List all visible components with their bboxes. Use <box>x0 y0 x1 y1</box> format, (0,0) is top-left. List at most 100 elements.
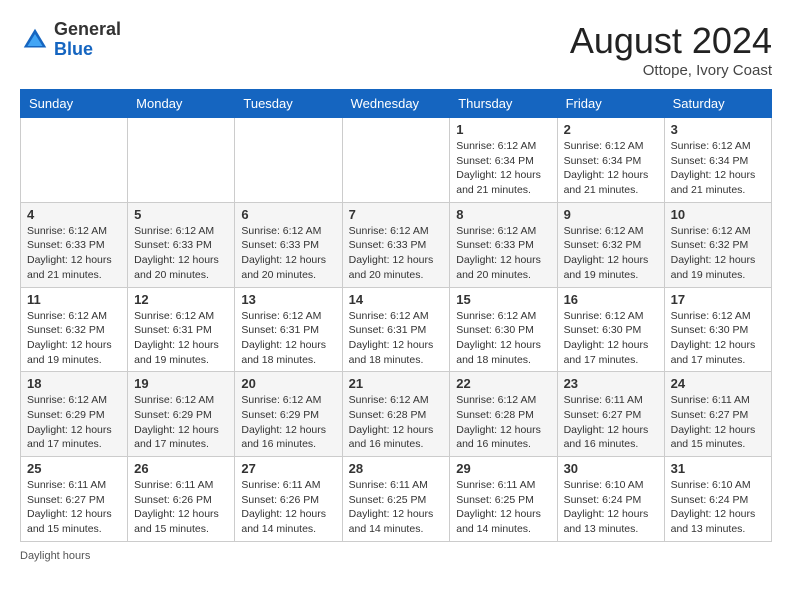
day-number: 12 <box>134 292 228 307</box>
day-info: Sunrise: 6:12 AM Sunset: 6:29 PM Dayligh… <box>241 393 335 452</box>
day-info: Sunrise: 6:12 AM Sunset: 6:30 PM Dayligh… <box>671 309 765 368</box>
day-info: Sunrise: 6:12 AM Sunset: 6:34 PM Dayligh… <box>456 139 550 198</box>
day-info: Sunrise: 6:12 AM Sunset: 6:31 PM Dayligh… <box>349 309 444 368</box>
daylight-label: Daylight hours <box>20 550 90 562</box>
calendar-cell: 19 Sunrise: 6:12 AM Sunset: 6:29 PM Dayli… <box>128 372 235 457</box>
day-number: 11 <box>27 292 121 307</box>
day-number: 16 <box>564 292 658 307</box>
day-info: Sunrise: 6:12 AM Sunset: 6:33 PM Dayligh… <box>349 224 444 283</box>
calendar-cell: 23Sunrise: 6:11 AM Sunset: 6:27 PM Dayli… <box>557 372 664 457</box>
day-info: Sunrise: 6:11 AM Sunset: 6:26 PM Dayligh… <box>134 478 228 537</box>
calendar-cell <box>21 118 128 203</box>
calendar-cell: 7 Sunrise: 6:12 AM Sunset: 6:33 PM Daylig… <box>342 202 450 287</box>
footer: Daylight hours <box>20 550 772 562</box>
day-number: 21 <box>349 376 444 391</box>
calendar-cell: 13Sunrise: 6:12 AM Sunset: 6:31 PM Dayli… <box>235 287 342 372</box>
day-info: Sunrise: 6:10 AM Sunset: 6:24 PM Dayligh… <box>564 478 658 537</box>
calendar-cell: 15 Sunrise: 6:12 AM Sunset: 6:30 PM Dayli… <box>450 287 557 372</box>
day-info: Sunrise: 6:10 AM Sunset: 6:24 PM Dayligh… <box>671 478 765 537</box>
day-number: 10 <box>671 207 765 222</box>
calendar-cell <box>342 118 450 203</box>
calendar-cell: 30 Sunrise: 6:10 AM Sunset: 6:24 PM Dayli… <box>557 457 664 542</box>
calendar-cell: 2 Sunrise: 6:12 AM Sunset: 6:34 PM Daylig… <box>557 118 664 203</box>
day-number: 30 <box>564 461 658 476</box>
day-number: 23 <box>564 376 658 391</box>
day-number: 8 <box>456 207 550 222</box>
day-number: 17 <box>671 292 765 307</box>
day-number: 18 <box>27 376 121 391</box>
calendar-week-row: 18 Sunrise: 6:12 AM Sunset: 6:29 PM Dayli… <box>21 372 772 457</box>
calendar-cell: 27 Sunrise: 6:11 AM Sunset: 6:26 PM Dayli… <box>235 457 342 542</box>
day-number: 5 <box>134 207 228 222</box>
calendar-day-header: Sunday <box>21 90 128 118</box>
day-number: 13 <box>241 292 335 307</box>
day-info: Sunrise: 6:11 AM Sunset: 6:25 PM Dayligh… <box>349 478 444 537</box>
calendar-cell: 28 Sunrise: 6:11 AM Sunset: 6:25 PM Dayli… <box>342 457 450 542</box>
title-block: August 2024 Ottope, Ivory Coast <box>570 20 772 79</box>
day-info: Sunrise: 6:12 AM Sunset: 6:33 PM Dayligh… <box>241 224 335 283</box>
day-info: Sunrise: 6:12 AM Sunset: 6:33 PM Dayligh… <box>456 224 550 283</box>
day-info: Sunrise: 6:12 AM Sunset: 6:33 PM Dayligh… <box>134 224 228 283</box>
day-number: 6 <box>241 207 335 222</box>
calendar-week-row: 11 Sunrise: 6:12 AM Sunset: 6:32 PM Dayli… <box>21 287 772 372</box>
day-info: Sunrise: 6:12 AM Sunset: 6:30 PM Dayligh… <box>456 309 550 368</box>
calendar-cell: 18Sunrise: 6:12 AM Sunset: 6:29 PM Dayli… <box>21 372 128 457</box>
day-info: Sunrise: 6:12 AM Sunset: 6:34 PM Dayligh… <box>671 139 765 198</box>
page-header: General Blue August 2024 Ottope, Ivory C… <box>20 20 772 79</box>
calendar-week-row: 4Sunrise: 6:12 AM Sunset: 6:33 PM Daylig… <box>21 202 772 287</box>
day-number: 28 <box>349 461 444 476</box>
calendar-cell: 3 Sunrise: 6:12 AM Sunset: 6:34 PM Daylig… <box>664 118 771 203</box>
calendar-cell: 21 Sunrise: 6:12 AM Sunset: 6:28 PM Dayli… <box>342 372 450 457</box>
day-number: 19 <box>134 376 228 391</box>
day-number: 25 <box>27 461 121 476</box>
logo-text: General Blue <box>54 20 121 60</box>
calendar-day-header: Thursday <box>450 90 557 118</box>
calendar-cell: 17 Sunrise: 6:12 AM Sunset: 6:30 PM Dayli… <box>664 287 771 372</box>
calendar-cell: 31 Sunrise: 6:10 AM Sunset: 6:24 PM Dayli… <box>664 457 771 542</box>
calendar-cell: 24 Sunrise: 6:11 AM Sunset: 6:27 PM Dayli… <box>664 372 771 457</box>
day-info: Sunrise: 6:12 AM Sunset: 6:28 PM Dayligh… <box>349 393 444 452</box>
day-number: 27 <box>241 461 335 476</box>
day-info: Sunrise: 6:12 AM Sunset: 6:34 PM Dayligh… <box>564 139 658 198</box>
calendar-cell: 5 Sunrise: 6:12 AM Sunset: 6:33 PM Daylig… <box>128 202 235 287</box>
logo-icon <box>20 25 50 55</box>
day-number: 1 <box>456 122 550 137</box>
calendar-cell: 6 Sunrise: 6:12 AM Sunset: 6:33 PM Daylig… <box>235 202 342 287</box>
calendar-cell: 20 Sunrise: 6:12 AM Sunset: 6:29 PM Dayli… <box>235 372 342 457</box>
day-number: 3 <box>671 122 765 137</box>
day-info: Sunrise: 6:11 AM Sunset: 6:25 PM Dayligh… <box>456 478 550 537</box>
day-number: 31 <box>671 461 765 476</box>
calendar-cell: 25Sunrise: 6:11 AM Sunset: 6:27 PM Dayli… <box>21 457 128 542</box>
calendar-cell: 11 Sunrise: 6:12 AM Sunset: 6:32 PM Dayli… <box>21 287 128 372</box>
day-number: 14 <box>349 292 444 307</box>
day-number: 2 <box>564 122 658 137</box>
calendar-cell <box>235 118 342 203</box>
day-info: Sunrise: 6:12 AM Sunset: 6:32 PM Dayligh… <box>27 309 121 368</box>
day-info: Sunrise: 6:12 AM Sunset: 6:30 PM Dayligh… <box>564 309 658 368</box>
day-info: Sunrise: 6:11 AM Sunset: 6:27 PM Dayligh… <box>671 393 765 452</box>
day-info: Sunrise: 6:11 AM Sunset: 6:26 PM Dayligh… <box>241 478 335 537</box>
calendar-table: SundayMondayTuesdayWednesdayThursdayFrid… <box>20 89 772 542</box>
calendar-cell: 29 Sunrise: 6:11 AM Sunset: 6:25 PM Dayli… <box>450 457 557 542</box>
calendar-week-row: 1 Sunrise: 6:12 AM Sunset: 6:34 PM Daylig… <box>21 118 772 203</box>
day-number: 29 <box>456 461 550 476</box>
day-number: 24 <box>671 376 765 391</box>
day-number: 22 <box>456 376 550 391</box>
day-number: 20 <box>241 376 335 391</box>
day-info: Sunrise: 6:12 AM Sunset: 6:28 PM Dayligh… <box>456 393 550 452</box>
day-info: Sunrise: 6:12 AM Sunset: 6:32 PM Dayligh… <box>564 224 658 283</box>
calendar-day-header: Saturday <box>664 90 771 118</box>
calendar-cell: 4Sunrise: 6:12 AM Sunset: 6:33 PM Daylig… <box>21 202 128 287</box>
day-number: 7 <box>349 207 444 222</box>
day-number: 15 <box>456 292 550 307</box>
day-info: Sunrise: 6:12 AM Sunset: 6:33 PM Dayligh… <box>27 224 121 283</box>
calendar-cell: 26 Sunrise: 6:11 AM Sunset: 6:26 PM Dayli… <box>128 457 235 542</box>
day-info: Sunrise: 6:12 AM Sunset: 6:31 PM Dayligh… <box>134 309 228 368</box>
calendar-header-row: SundayMondayTuesdayWednesdayThursdayFrid… <box>21 90 772 118</box>
day-number: 26 <box>134 461 228 476</box>
day-info: Sunrise: 6:12 AM Sunset: 6:29 PM Dayligh… <box>134 393 228 452</box>
location: Ottope, Ivory Coast <box>570 62 772 79</box>
calendar-cell: 1 Sunrise: 6:12 AM Sunset: 6:34 PM Daylig… <box>450 118 557 203</box>
calendar-day-header: Tuesday <box>235 90 342 118</box>
day-number: 9 <box>564 207 658 222</box>
